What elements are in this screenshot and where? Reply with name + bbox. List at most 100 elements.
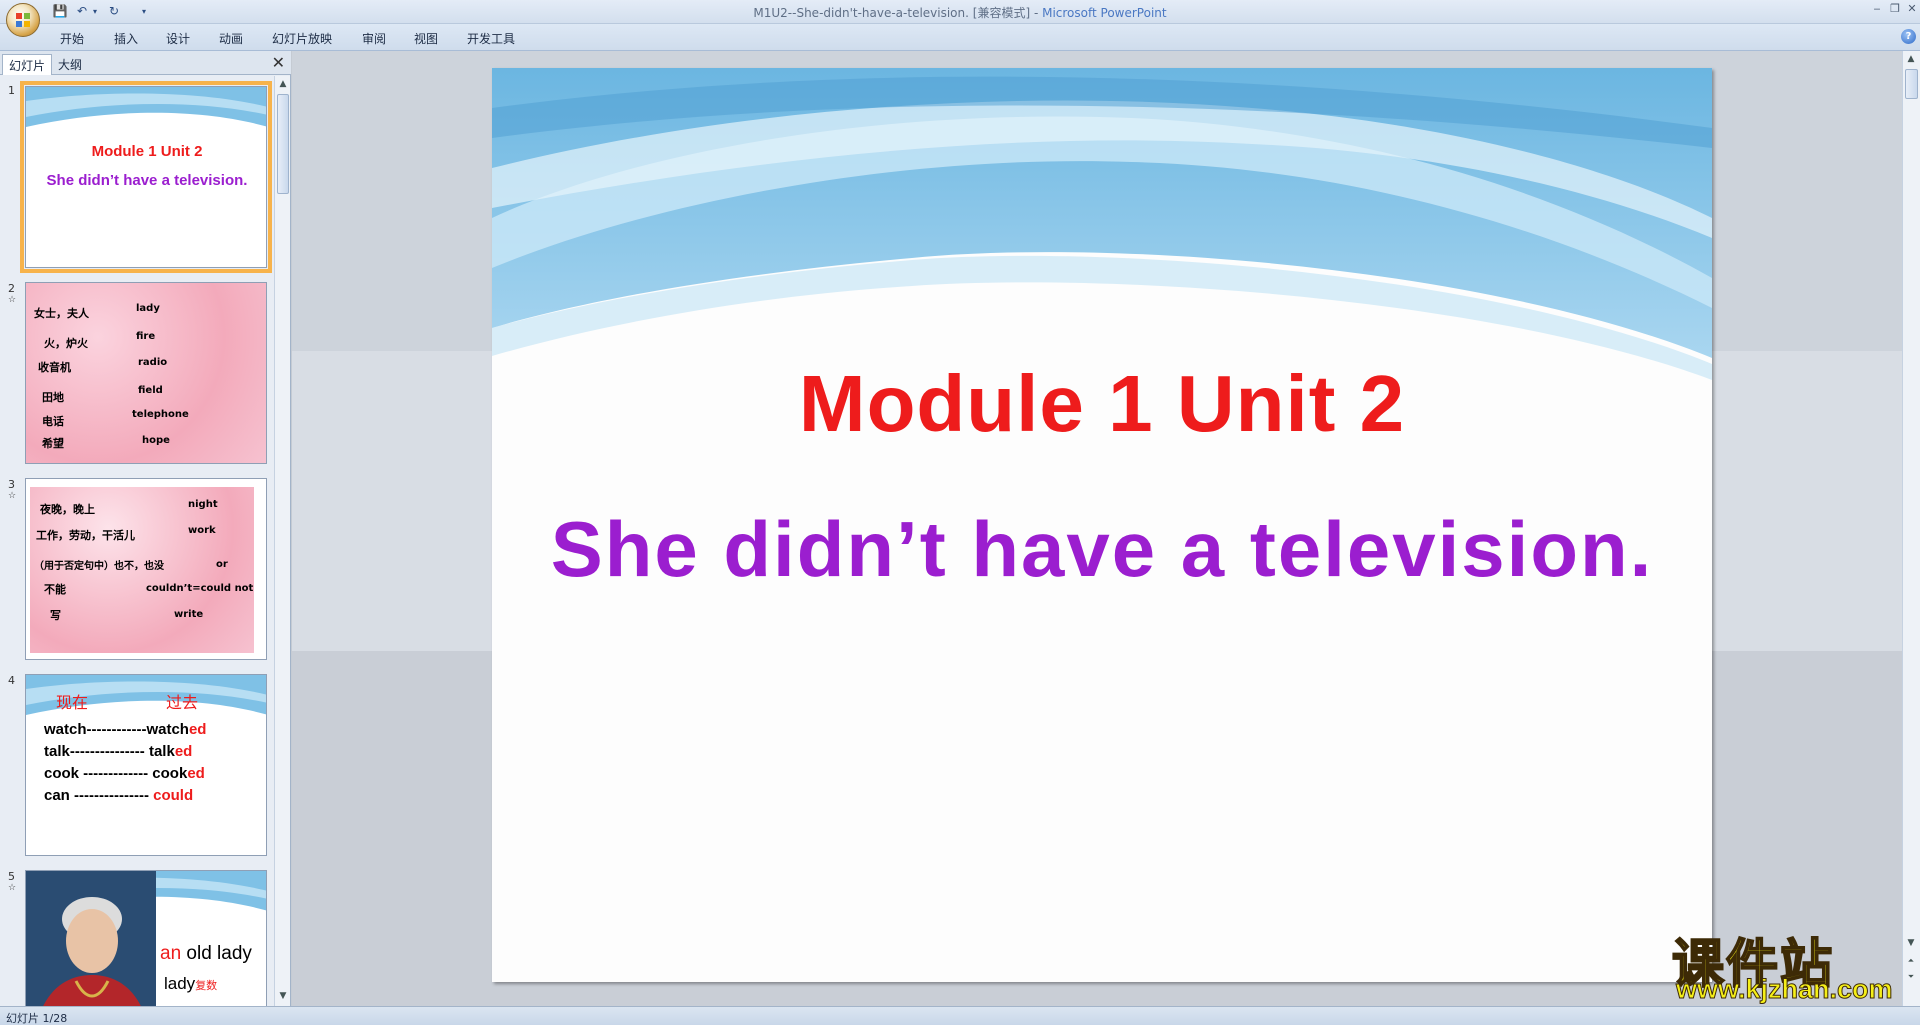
slide-thumbnail-3[interactable]: 夜晚，晚上 工作，劳动，干活儿 （用于否定句中）也不，也没 不能 写 night…: [25, 478, 267, 660]
transition-icon: ☆: [8, 883, 17, 893]
vocab-cn: 写: [50, 609, 61, 622]
slide-thumbnail-2[interactable]: 女士，夫人 火，炉火 收音机 田地 电话 希望 lady fire radio …: [25, 282, 267, 464]
verb-row: cook ------------- cooked: [44, 765, 205, 782]
close-window-button[interactable]: ✕: [1903, 2, 1920, 16]
scroll-thumb[interactable]: [1905, 69, 1918, 99]
verb-base: watch------------: [44, 721, 147, 738]
tab-slide-show[interactable]: 幻灯片放映: [272, 30, 332, 47]
office-logo-icon: [16, 13, 30, 27]
vocab-en: couldn’t=could not: [146, 583, 254, 594]
tab-review[interactable]: 审阅: [362, 30, 386, 47]
slide-thumbnail-1[interactable]: Module 1 Unit 2 She didn’t have a televi…: [20, 81, 272, 273]
vocab-cn: （用于否定句中）也不，也没: [34, 561, 164, 572]
phrase-line: an old lady: [160, 943, 252, 965]
watermark-url: www.kjzhan.com: [1676, 974, 1894, 1005]
slide-number: 4: [8, 674, 15, 687]
vocab-en: write: [174, 609, 204, 620]
close-pane-icon[interactable]: ✕: [272, 53, 285, 72]
verb-base: cook -------------: [44, 765, 149, 782]
document-title: M1U2--She-didn't-have-a-television. [兼容模…: [753, 6, 1031, 20]
transition-icon: ☆: [8, 491, 17, 501]
tab-insert[interactable]: 插入: [114, 30, 138, 47]
tab-developer[interactable]: 开发工具: [467, 30, 515, 47]
header-present: 现在: [56, 693, 89, 712]
vocab-en: work: [188, 525, 216, 536]
phrase: old lady: [181, 943, 252, 964]
vocab-cn: 火，炉火: [44, 337, 88, 350]
office-button[interactable]: [6, 3, 40, 37]
title-bar: 💾 ↶ ▾ ↻ ▾ M1U2--She-didn't-have-a-televi…: [0, 0, 1920, 24]
tab-outline[interactable]: 大纲: [52, 54, 88, 75]
word: lady: [164, 974, 196, 993]
vocab-cn: 工作，劳动，干活儿: [36, 529, 135, 542]
slides-pane: 幻灯片 大纲 ✕ 1 Module 1 Unit 2 She didn’t ha…: [0, 51, 291, 1006]
vocab-en: radio: [138, 357, 168, 368]
editor-scrollbar[interactable]: ▲ ▼ ⏶ ⏷: [1902, 51, 1920, 1006]
slide-counter: 幻灯片 1/28: [6, 1012, 68, 1025]
title-separator: -: [1030, 6, 1043, 20]
verb-suffix: ed: [174, 743, 193, 760]
note: 复数: [195, 980, 218, 992]
help-icon[interactable]: ?: [1901, 29, 1916, 44]
verb-row: can --------------- could: [44, 787, 193, 804]
powerpoint-window: 💾 ↶ ▾ ↻ ▾ M1U2--She-didn't-have-a-televi…: [0, 0, 1920, 1025]
thumbnail-list: 1 Module 1 Unit 2 She didn’t have a tele…: [0, 76, 272, 1006]
vocab-en: telephone: [132, 409, 189, 420]
pane-tabs: 幻灯片 大纲 ✕: [0, 51, 291, 75]
scroll-down-icon[interactable]: ▼: [1905, 937, 1917, 949]
watermark-logo: 课件站 www.kjzhan.com: [1668, 922, 1900, 1005]
wave-banner: [26, 87, 266, 127]
status-bar: 幻灯片 1/28: [0, 1006, 1920, 1025]
tab-home[interactable]: 开始: [60, 30, 84, 47]
app-name: Microsoft PowerPoint: [1042, 6, 1167, 20]
verb-suffix: ed: [187, 765, 205, 782]
tab-design[interactable]: 设计: [166, 30, 190, 47]
vocab-en: night: [188, 499, 218, 510]
slide-number: 5: [8, 870, 15, 883]
vocab-en: fire: [136, 331, 156, 342]
verb-row: watch------------watched: [44, 721, 206, 738]
slide-thumbnail-5[interactable]: an old lady lady复数: [25, 870, 267, 1006]
vocab-cn: 希望: [42, 437, 64, 450]
scroll-up-icon[interactable]: ▲: [277, 78, 289, 90]
article: an: [160, 943, 182, 964]
scroll-up-icon[interactable]: ▲: [1905, 53, 1917, 65]
verb-suffix: could: [153, 787, 194, 804]
minimize-button[interactable]: ‒: [1868, 2, 1886, 16]
verb-past: watch: [146, 721, 189, 738]
thumbnails-scrollbar[interactable]: ▲ ▼: [274, 76, 290, 1006]
thumb-title: Module 1 Unit 2: [91, 143, 203, 160]
ribbon-tabs: 开始 插入 设计 动画 幻灯片放映 审阅 视图 开发工具 ?: [0, 24, 1920, 51]
slide-thumbnail-4[interactable]: 现在 过去 watch------------watched talk-----…: [25, 674, 267, 856]
current-slide[interactable]: Module 1 Unit 2 She didn’t have a televi…: [492, 68, 1712, 982]
vocab-en: field: [138, 385, 163, 396]
slide-title[interactable]: Module 1 Unit 2: [492, 358, 1712, 450]
tab-slides[interactable]: 幻灯片: [2, 54, 53, 75]
header-past: 过去: [166, 693, 199, 712]
vocab-en: or: [216, 559, 228, 570]
verb-past: cook: [152, 765, 188, 782]
old-lady-photo: [26, 871, 156, 1006]
word-line: lady复数: [164, 974, 217, 994]
slide-subtitle[interactable]: She didn’t have a television.: [492, 504, 1712, 595]
slide-number: 2: [8, 282, 15, 295]
restore-button[interactable]: ❐: [1886, 2, 1904, 16]
thumb-subtitle: She didn’t have a television.: [46, 172, 248, 189]
scroll-thumb[interactable]: [277, 94, 289, 194]
scroll-down-icon[interactable]: ▼: [277, 990, 289, 1002]
tab-animations[interactable]: 动画: [219, 30, 243, 47]
transition-icon: ☆: [8, 295, 17, 305]
verb-base: can ---------------: [44, 787, 149, 804]
previous-slide-icon[interactable]: ⏶: [1905, 955, 1917, 967]
vocab-cn: 女士，夫人: [34, 307, 89, 320]
vocab-en: hope: [142, 435, 170, 446]
vocab-cn: 电话: [42, 415, 64, 428]
tab-view[interactable]: 视图: [414, 30, 438, 47]
verb-base: talk---------------: [44, 743, 145, 760]
vocab-en: lady: [136, 303, 160, 314]
slide-number: 3: [8, 478, 15, 491]
vocab-cn: 田地: [42, 391, 64, 404]
next-slide-icon[interactable]: ⏷: [1905, 971, 1917, 983]
window-title: M1U2--She-didn't-have-a-television. [兼容模…: [0, 4, 1920, 21]
verb-suffix: ed: [188, 721, 207, 738]
